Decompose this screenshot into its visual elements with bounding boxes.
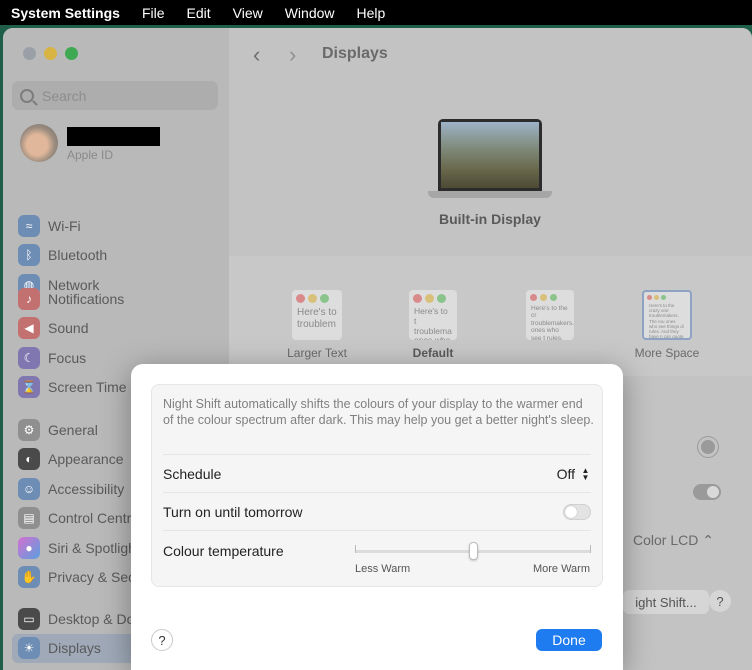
menu-app-name[interactable]: System Settings [0, 5, 131, 21]
resolution-more-space[interactable]: Here's to the crazy one troublemakers. T… [627, 290, 707, 360]
wifi-icon: ≈ [18, 214, 40, 237]
night-shift-help-button[interactable]: ? [151, 629, 173, 651]
search-input[interactable] [42, 87, 192, 104]
sidebar-item-wifi[interactable]: ≈ Wi-Fi [18, 211, 223, 241]
avatar [20, 124, 58, 162]
resolution-default[interactable]: Here's to t troublema ones who Default [393, 290, 473, 360]
display-name: Built-in Display [439, 211, 541, 227]
menu-window[interactable]: Window [274, 5, 346, 21]
night-shift-panel: Night Shift automatically shifts the col… [151, 384, 603, 587]
sidebar-search[interactable] [12, 81, 218, 110]
control-centre-icon: ▤ [18, 507, 40, 530]
close-window-button[interactable] [23, 47, 36, 60]
turn-on-toggle[interactable] [563, 503, 591, 520]
schedule-label: Schedule [163, 465, 222, 482]
appearance-icon: ◐ [18, 448, 40, 471]
sidebar-item-sound[interactable]: ◀ Sound [18, 314, 223, 344]
chevron-updown-icon: ▲ ▼ [581, 465, 590, 482]
maximize-window-button[interactable] [65, 47, 78, 60]
turn-on-label: Turn on until tomorrow [163, 503, 303, 520]
done-button[interactable]: Done [536, 629, 602, 651]
speaker-icon: ◀ [18, 317, 40, 340]
auto-brightness-toggle[interactable] [693, 484, 721, 500]
night-shift-button[interactable]: ight Shift... [623, 590, 709, 614]
redacted-name [67, 127, 160, 146]
menu-edit[interactable]: Edit [176, 5, 222, 21]
brightness-sun-icon [701, 440, 715, 454]
apple-id-profile[interactable]: Apple ID [20, 124, 220, 168]
accessibility-icon: ☺ [18, 477, 40, 500]
sidebar-item-notifications[interactable]: ♪ Notifications [18, 284, 223, 314]
siri-icon: ● [18, 536, 40, 559]
sun-icon: ☀ [18, 637, 40, 660]
search-icon [20, 88, 34, 103]
sidebar-item-bluetooth[interactable]: ᛒ Bluetooth [18, 241, 223, 271]
colour-temperature-slider[interactable] [355, 542, 591, 565]
resolution-larger-text[interactable]: Here's to troublem Larger Text [277, 290, 357, 360]
hourglass-icon: ⌛ [18, 376, 40, 399]
menu-bar: System Settings File Edit View Window He… [0, 0, 752, 25]
window-controls [23, 47, 78, 60]
color-profile-select[interactable]: Color LCD ⌃ [633, 532, 714, 549]
apple-id-label: Apple ID [67, 148, 114, 162]
night-shift-sheet: Night Shift automatically shifts the col… [131, 364, 623, 670]
schedule-row: Schedule Off ▲ ▼ [163, 454, 591, 492]
turn-on-row: Turn on until tomorrow [163, 492, 591, 530]
bluetooth-icon: ᛒ [18, 244, 40, 267]
hand-icon: ✋ [18, 566, 40, 589]
menu-file[interactable]: File [131, 5, 176, 21]
night-shift-description: Night Shift automatically shifts the col… [163, 397, 594, 427]
moon-icon: ☾ [18, 346, 40, 369]
menu-view[interactable]: View [222, 5, 274, 21]
more-warm-label: More Warm [532, 563, 590, 575]
dock-icon: ▭ [18, 607, 40, 630]
laptop-icon[interactable] [428, 119, 552, 203]
back-button[interactable]: ‹ [253, 42, 260, 68]
gear-icon: ⚙ [18, 418, 40, 441]
bell-icon: ♪ [18, 287, 40, 310]
resolution-options: Here's to troublem Larger Text Here's to… [229, 256, 752, 376]
display-preview: Built-in Display [229, 86, 752, 246]
minimize-window-button[interactable] [44, 47, 57, 60]
displays-help-button[interactable]: ? [709, 590, 731, 612]
slider-thumb[interactable] [468, 542, 478, 560]
resolution-more-2[interactable]: Here's to the cr troublemakers. ones who… [505, 290, 595, 346]
schedule-select[interactable]: Off ▲ ▼ [557, 466, 591, 482]
colour-temperature-label: Colour temperature [163, 543, 284, 559]
less-warm-label: Less Warm [355, 563, 411, 575]
forward-button[interactable]: › [289, 42, 296, 68]
menu-help[interactable]: Help [346, 5, 397, 21]
page-title: Displays [322, 45, 388, 62]
